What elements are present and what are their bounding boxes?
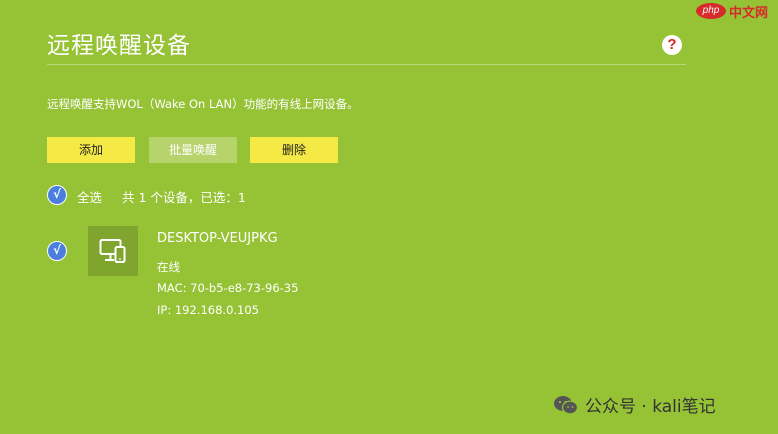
php-badge: php — [696, 3, 726, 19]
watermark-text: 公众号 · kali笔记 — [585, 397, 716, 417]
question-icon[interactable]: ? — [662, 35, 682, 55]
device-ip: IP: 192.168.0.105 — [157, 303, 259, 317]
page-description: 远程唤醒支持WOL（Wake On LAN）功能的有线上网设备。 — [47, 97, 359, 111]
batch-wake-button[interactable]: 批量唤醒 — [149, 137, 237, 163]
device-checkbox[interactable]: √ — [47, 241, 67, 261]
device-name: DESKTOP-VEUJPKG — [157, 231, 278, 246]
selection-count: 共 1 个设备，已选：1 — [122, 190, 246, 205]
php-logo: php 中文网 — [696, 0, 778, 22]
device-icon-tile — [88, 226, 138, 276]
wechat-icon — [554, 395, 579, 414]
select-all-checkbox[interactable]: √ — [47, 185, 67, 205]
device-mac: MAC: 70-b5-e8-73-96-35 — [157, 281, 299, 295]
delete-button[interactable]: 删除 — [250, 137, 338, 163]
page-title: 远程唤醒设备 — [47, 33, 191, 59]
divider — [47, 64, 686, 65]
device-status: 在线 — [157, 260, 180, 274]
php-site-text: 中文网 — [729, 6, 769, 21]
add-button[interactable]: 添加 — [47, 137, 135, 163]
watermark: 公众号 · kali笔记 — [553, 392, 716, 417]
select-all-label[interactable]: 全选 — [77, 187, 102, 206]
desktop-phone-icon — [99, 239, 126, 263]
